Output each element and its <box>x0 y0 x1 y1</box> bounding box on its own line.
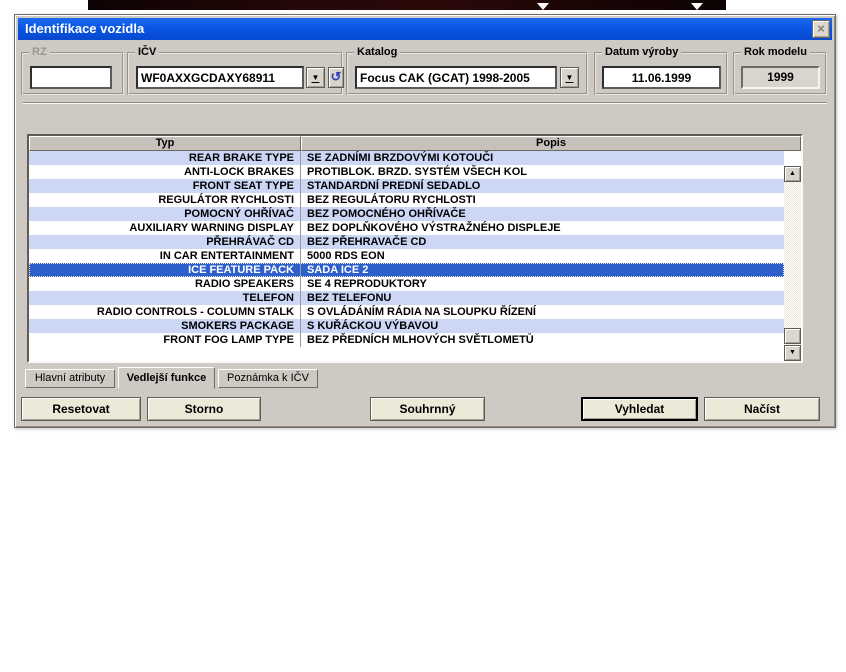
close-button[interactable]: × <box>812 20 830 38</box>
cell-typ: SMOKERS PACKAGE <box>29 319 301 333</box>
cell-typ: ANTI-LOCK BRAKES <box>29 165 301 179</box>
rok-modelu-label: Rok modelu <box>741 46 810 59</box>
table-row[interactable]: IN CAR ENTERTAINMENT5000 RDS EON <box>29 249 784 263</box>
cell-typ: REGULÁTOR RYCHLOSTI <box>29 193 301 207</box>
icv-refresh-button[interactable]: ↺ <box>328 67 344 88</box>
table-row[interactable]: RADIO SPEAKERSSE 4 REPRODUKTORY <box>29 277 784 291</box>
tab-poznamka-k-icv[interactable]: Poznámka k IČV <box>218 369 318 388</box>
table-row[interactable]: FRONT SEAT TYPESTANDARDNÍ PREDNÍ SEDADLO <box>29 179 784 193</box>
scroll-up-button[interactable]: ▲ <box>784 166 801 182</box>
tab-hlavni-atributy[interactable]: Hlavní atributy <box>25 369 115 388</box>
refresh-icon: ↺ <box>331 69 342 84</box>
cell-typ: RADIO SPEAKERS <box>29 277 301 291</box>
cell-popis: SE ZADNÍMI BRZDOVÝMI KOTOUČI <box>301 151 784 165</box>
dropdown-icon: ▼ <box>566 73 574 82</box>
cell-typ: AUXILIARY WARNING DISPLAY <box>29 221 301 235</box>
background-arrow-icon <box>537 3 549 10</box>
scrollbar-thumb[interactable] <box>784 328 801 344</box>
katalog-label: Katalog <box>354 46 400 59</box>
cell-popis: BEZ POMOCNÉHO OHŘÍVAČE <box>301 207 784 221</box>
table-row[interactable]: REGULÁTOR RYCHLOSTIBEZ REGULÁTORU RYCHLO… <box>29 193 784 207</box>
table-rows: REAR BRAKE TYPESE ZADNÍMI BRZDOVÝMI KOTO… <box>29 151 784 361</box>
cell-popis: SE 4 REPRODUKTORY <box>301 277 784 291</box>
dialog-title: Identifikace vozidla <box>25 21 144 36</box>
cell-typ: TELEFON <box>29 291 301 305</box>
icv-dropdown-button[interactable]: ▼ <box>306 67 325 88</box>
storno-button[interactable]: Storno <box>147 397 261 421</box>
dropdown-icon: ▼ <box>312 73 320 82</box>
scroll-down-button[interactable]: ▼ <box>784 345 801 361</box>
vertical-scrollbar[interactable]: ▲ ▼ <box>784 166 801 361</box>
table-header: Typ Popis <box>29 136 801 151</box>
table-row[interactable]: RADIO CONTROLS - COLUMN STALKS OVLÁDÁNÍM… <box>29 305 784 319</box>
table-row[interactable]: REAR BRAKE TYPESE ZADNÍMI BRZDOVÝMI KOTO… <box>29 151 784 165</box>
icv-label: IČV <box>135 46 159 59</box>
table-row[interactable]: TELEFONBEZ TELEFONU <box>29 291 784 305</box>
cell-popis: 5000 RDS EON <box>301 249 784 263</box>
scroll-down-icon: ▼ <box>789 349 796 356</box>
table-row[interactable]: PŘEHRÁVAČ CDBEZ PŘEHRAVAČE CD <box>29 235 784 249</box>
cell-popis: BEZ PŘEHRAVAČE CD <box>301 235 784 249</box>
background-window-strip <box>88 0 726 10</box>
cell-popis: S OVLÁDÁNÍM RÁDIA NA SLOUPKU ŘÍZENÍ <box>301 305 784 319</box>
cell-popis: STANDARDNÍ PREDNÍ SEDADLO <box>301 179 784 193</box>
resetovat-button[interactable]: Resetovat <box>21 397 141 421</box>
table-row[interactable]: ANTI-LOCK BRAKESPROTIBLOK. BRZD. SYSTÉM … <box>29 165 784 179</box>
table-row[interactable]: AUXILIARY WARNING DISPLAYBEZ DOPLŇKOVÉHO… <box>29 221 784 235</box>
katalog-dropdown-button[interactable]: ▼ <box>560 67 579 88</box>
katalog-input[interactable] <box>355 66 557 89</box>
cell-popis: BEZ TELEFONU <box>301 291 784 305</box>
rz-label: RZ <box>29 46 50 59</box>
katalog-group: Katalog ▼ <box>346 52 588 95</box>
cell-popis: BEZ REGULÁTORU RYCHLOSTI <box>301 193 784 207</box>
cell-popis: BEZ DOPLŇKOVÉHO VÝSTRAŽNÉHO DISPLEJE <box>301 221 784 235</box>
cell-popis: BEZ PŘEDNÍCH MLHOVÝCH SVĚTLOMETŮ <box>301 333 784 347</box>
souhrnny-button[interactable]: Souhrnný <box>370 397 485 421</box>
column-header-typ[interactable]: Typ <box>29 136 301 151</box>
table-row[interactable]: ICE FEATURE PACKSADA ICE 2 <box>29 263 784 277</box>
close-icon: × <box>817 21 825 36</box>
table-row[interactable]: FRONT FOG LAMP TYPEBEZ PŘEDNÍCH MLHOVÝCH… <box>29 333 784 347</box>
rok-modelu-value: 1999 <box>741 66 820 89</box>
icv-input[interactable] <box>136 66 304 89</box>
separator <box>23 102 827 104</box>
nacist-button[interactable]: Načíst <box>704 397 820 421</box>
rok-modelu-group: Rok modelu 1999 <box>733 52 827 95</box>
cell-typ: IN CAR ENTERTAINMENT <box>29 249 301 263</box>
vyhledat-button[interactable]: Vyhledat <box>581 397 698 421</box>
scroll-up-icon: ▲ <box>789 170 796 177</box>
rz-group: RZ <box>21 52 124 95</box>
icv-group: IČV ▼ ↺ <box>127 52 343 95</box>
column-header-popis[interactable]: Popis <box>301 136 801 151</box>
features-table: Typ Popis REAR BRAKE TYPESE ZADNÍMI BRZD… <box>27 134 803 363</box>
table-row[interactable]: SMOKERS PACKAGES KUŘÁCKOU VÝBAVOU <box>29 319 784 333</box>
cell-popis: SADA ICE 2 <box>301 263 784 277</box>
cell-typ: REAR BRAKE TYPE <box>29 151 301 165</box>
datum-vyroby-input[interactable] <box>602 66 721 89</box>
dialog-titlebar[interactable]: Identifikace vozidla <box>18 18 832 40</box>
cell-typ: RADIO CONTROLS - COLUMN STALK <box>29 305 301 319</box>
background-arrow-icon <box>691 3 703 10</box>
cell-typ: FRONT SEAT TYPE <box>29 179 301 193</box>
cell-popis: S KUŘÁCKOU VÝBAVOU <box>301 319 784 333</box>
cell-popis: PROTIBLOK. BRZD. SYSTÉM VŠECH KOL <box>301 165 784 179</box>
tab-vedlejsi-funkce[interactable]: Vedlejší funkce <box>118 367 215 389</box>
table-body: REAR BRAKE TYPESE ZADNÍMI BRZDOVÝMI KOTO… <box>29 151 801 361</box>
identifikace-vozidla-dialog: Identifikace vozidla × RZ IČV ▼ ↺ Katalo… <box>14 14 836 428</box>
cell-typ: ICE FEATURE PACK <box>29 263 301 277</box>
table-row[interactable]: POMOCNÝ OHŘÍVAČBEZ POMOCNÉHO OHŘÍVAČE <box>29 207 784 221</box>
cell-typ: POMOCNÝ OHŘÍVAČ <box>29 207 301 221</box>
datum-vyroby-label: Datum výroby <box>602 46 681 59</box>
cell-typ: FRONT FOG LAMP TYPE <box>29 333 301 347</box>
cell-typ: PŘEHRÁVAČ CD <box>29 235 301 249</box>
rz-input[interactable] <box>30 66 112 89</box>
datum-vyroby-group: Datum výroby <box>594 52 728 95</box>
